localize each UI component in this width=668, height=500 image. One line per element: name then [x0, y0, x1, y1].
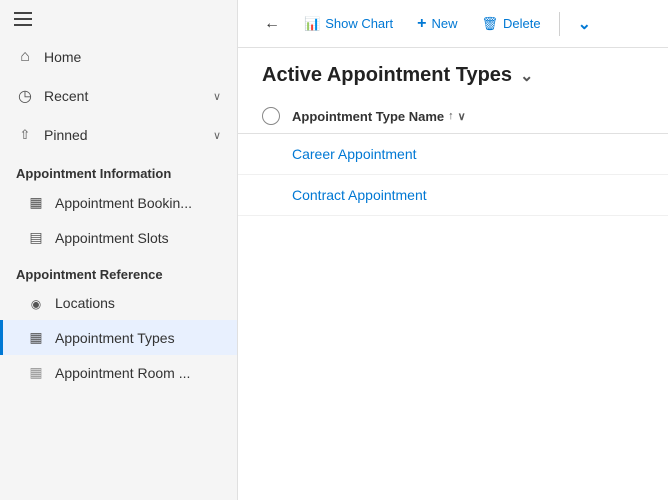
recent-chevron-icon: ∨ [213, 90, 221, 103]
main-content: Show Chart New Delete Active Appointment… [238, 0, 668, 500]
sidebar-item-locations-label: Locations [55, 295, 115, 311]
career-appointment-link[interactable]: Career Appointment [292, 146, 417, 162]
sidebar-item-appointment-slots[interactable]: Appointment Slots [0, 220, 237, 255]
sort-up-icon: ↑ [448, 110, 454, 122]
hamburger-menu-icon[interactable] [14, 12, 32, 26]
back-icon [264, 15, 280, 33]
section-appointment-reference: Appointment Reference [0, 255, 237, 286]
sidebar-item-home-label: Home [44, 49, 221, 65]
sidebar-item-appointment-booking-label: Appointment Bookin... [55, 195, 192, 211]
show-chart-label: Show Chart [325, 16, 393, 31]
back-button[interactable] [254, 9, 290, 39]
new-button[interactable]: New [407, 9, 467, 39]
section-appointment-information: Appointment Information [0, 154, 237, 185]
show-chart-button[interactable]: Show Chart [294, 9, 403, 38]
column-header-label: Appointment Type Name [292, 109, 444, 124]
sidebar-item-pinned[interactable]: Pinned ∨ [0, 116, 237, 154]
show-chart-icon [304, 15, 320, 32]
list-header: Appointment Type Name ↑ ∨ [238, 99, 668, 134]
sidebar-item-locations[interactable]: Locations [0, 286, 237, 320]
home-icon [16, 48, 34, 66]
select-all-radio[interactable] [262, 107, 280, 125]
table-row[interactable]: Contract Appointment [238, 175, 668, 216]
delete-label: Delete [503, 16, 541, 31]
sidebar-header [0, 0, 237, 38]
sidebar-item-pinned-label: Pinned [44, 127, 203, 143]
toolbar: Show Chart New Delete [238, 0, 668, 48]
page-title: Active Appointment Types [262, 64, 512, 87]
sidebar-item-appointment-booking[interactable]: Appointment Bookin... [0, 185, 237, 220]
pinned-icon [16, 126, 34, 144]
appointment-types-icon [27, 329, 45, 346]
more-options-button[interactable] [568, 8, 601, 40]
location-icon [27, 295, 45, 311]
sidebar-item-recent-label: Recent [44, 88, 203, 104]
delete-button[interactable]: Delete [471, 9, 550, 38]
slots-icon [27, 229, 45, 246]
recent-icon [16, 86, 34, 106]
sidebar-item-recent[interactable]: Recent ∨ [0, 76, 237, 116]
column-header-appointment-type-name[interactable]: Appointment Type Name ↑ ∨ [292, 109, 466, 124]
pinned-chevron-icon: ∨ [213, 129, 221, 142]
new-label: New [431, 16, 457, 31]
contract-appointment-link[interactable]: Contract Appointment [292, 187, 427, 203]
sidebar-item-appointment-types-label: Appointment Types [55, 330, 175, 346]
sidebar: Home Recent ∨ Pinned ∨ Appointment Infor… [0, 0, 238, 500]
sidebar-item-home[interactable]: Home [0, 38, 237, 76]
delete-icon [481, 15, 498, 32]
sidebar-item-appointment-room[interactable]: Appointment Room ... [0, 355, 237, 390]
table-row[interactable]: Career Appointment [238, 134, 668, 175]
sidebar-nav: Home Recent ∨ Pinned ∨ Appointment Infor… [0, 38, 237, 390]
room-icon [27, 364, 45, 381]
title-dropdown-icon[interactable] [520, 66, 533, 86]
sidebar-item-appointment-types[interactable]: Appointment Types [0, 320, 237, 355]
page-title-bar: Active Appointment Types [238, 48, 668, 99]
new-icon [417, 15, 426, 33]
toolbar-divider [559, 12, 560, 36]
sidebar-item-appointment-slots-label: Appointment Slots [55, 230, 169, 246]
booking-icon [27, 194, 45, 211]
sidebar-item-appointment-room-label: Appointment Room ... [55, 365, 190, 381]
more-options-icon [578, 14, 591, 34]
sort-dropdown-icon: ∨ [458, 110, 466, 123]
